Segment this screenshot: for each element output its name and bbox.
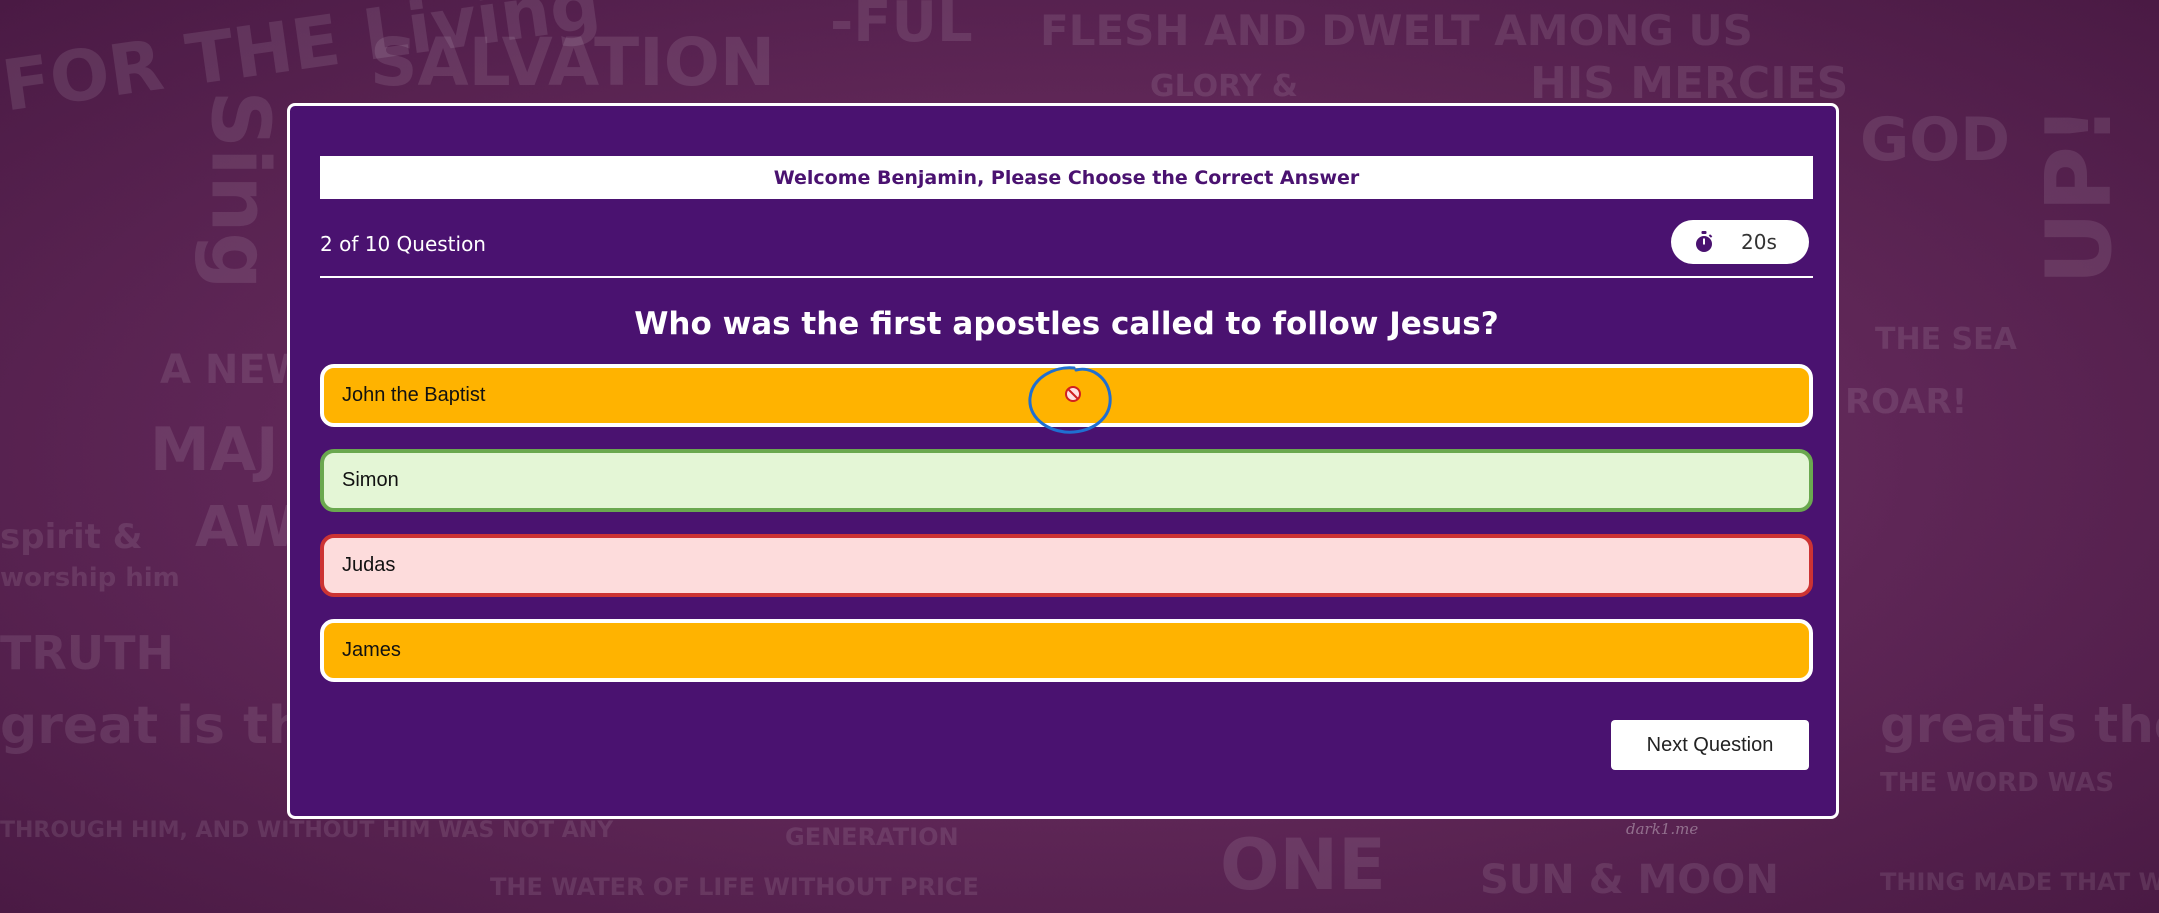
bg-word: THING MADE THAT WAS MADE (1880, 868, 2159, 896)
bg-word: GOD (1860, 105, 2011, 175)
bg-word: Sing (193, 90, 287, 290)
timer-badge: 20s (1671, 220, 1809, 264)
bg-word: HIS MERCIES (1530, 58, 1849, 109)
bg-word: ONE (1220, 824, 1386, 906)
bg-word: THE WATER OF LIFE WITHOUT PRICE (490, 873, 979, 901)
answer-option-label: John the Baptist (342, 384, 486, 406)
bg-word: THROUGH HIM, AND WITHOUT HIM WAS NOT ANY (0, 818, 614, 843)
bg-word: MAJ (150, 415, 279, 485)
answer-option-simon[interactable]: Simon (320, 449, 1813, 512)
answer-option-label: Judas (342, 554, 396, 576)
bg-word: is the (2030, 696, 2159, 754)
question-text: Who was the first apostles called to fol… (634, 306, 1499, 342)
answer-option-judas[interactable]: Judas (320, 534, 1813, 597)
question-counter: 2 of 10 Question (320, 232, 486, 256)
bg-word: THE WORD WAS (1880, 768, 2115, 798)
bg-word: GENERATION (785, 823, 959, 851)
answer-option-label: Simon (342, 469, 399, 491)
bg-word: TRUTH (0, 626, 175, 680)
quiz-card: Welcome Benjamin, Please Choose the Corr… (287, 103, 1839, 819)
bg-word: worship him (0, 563, 180, 593)
bg-word: great (1880, 696, 2033, 754)
bg-word: THE SEA (1875, 322, 2017, 357)
welcome-banner: Welcome Benjamin, Please Choose the Corr… (320, 156, 1813, 199)
bg-word: spirit & (0, 517, 143, 557)
bg-word: UP! (2027, 104, 2133, 286)
header-divider (320, 276, 1813, 278)
watermark: dark1.me (1626, 820, 1699, 838)
stopwatch-icon (1693, 231, 1715, 253)
timer-value: 20s (1741, 230, 1777, 254)
bg-word: FLESH AND DWELT AMONG US (1040, 6, 1753, 55)
bg-word: ROAR! (1845, 382, 1968, 422)
answer-option-label: James (342, 639, 401, 661)
answer-option-james[interactable]: James (320, 619, 1813, 682)
bg-word: SUN & MOON (1480, 857, 1779, 903)
answer-option-john-the-baptist[interactable]: John the Baptist (320, 364, 1813, 427)
next-question-button[interactable]: Next Question (1611, 720, 1809, 770)
bg-word: GLORY & (1150, 69, 1298, 104)
bg-word: SALVATION (370, 24, 776, 101)
bg-word: -FUL (830, 0, 973, 55)
